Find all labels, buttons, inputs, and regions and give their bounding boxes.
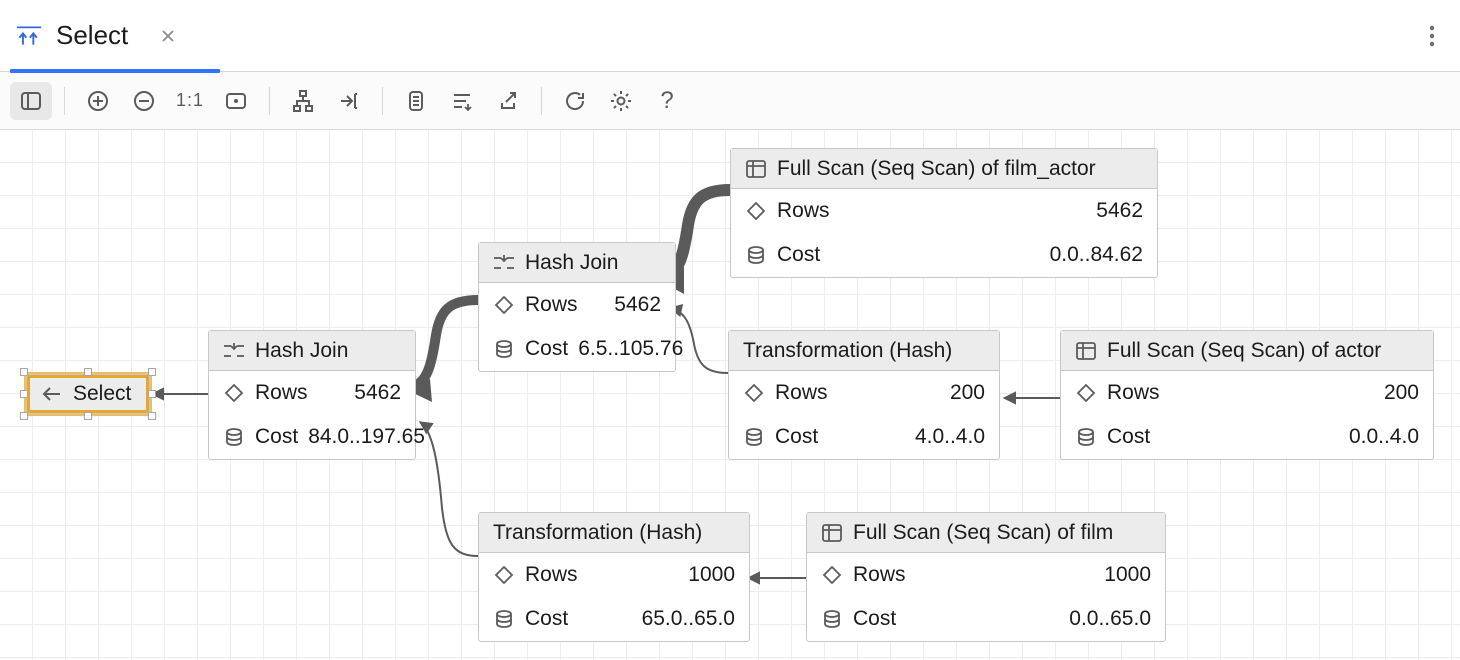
rows-label: Rows (525, 563, 578, 587)
node-title: Transformation (Hash) (743, 339, 952, 363)
zoom-in-button[interactable] (77, 82, 119, 120)
cost-value: 0.0..84.62 (1050, 243, 1143, 267)
diamond-icon (493, 564, 515, 586)
table-icon (821, 522, 843, 544)
resize-handle[interactable] (20, 368, 28, 376)
diamond-icon (1075, 382, 1097, 404)
help-button[interactable]: ? (646, 82, 688, 120)
rows-value: 1000 (1104, 563, 1151, 587)
resize-handle[interactable] (148, 390, 156, 398)
rows-value: 1000 (688, 563, 735, 587)
resize-handle[interactable] (84, 412, 92, 420)
hash-join-icon (493, 252, 515, 274)
more-menu-button[interactable] (1414, 18, 1450, 54)
toolbar-sep (382, 87, 383, 115)
explain-plan-canvas[interactable]: Select Hash Join Rows 5462 Cost 84.0..19… (0, 130, 1460, 660)
cost-label: Cost (525, 337, 568, 361)
zoom-out-button[interactable] (123, 82, 165, 120)
database-icon (493, 608, 515, 630)
rows-label: Rows (853, 563, 906, 587)
cost-value: 65.0..65.0 (642, 607, 735, 631)
cost-label: Cost (775, 425, 818, 449)
rows-value: 5462 (614, 293, 661, 317)
cost-label: Cost (777, 243, 820, 267)
node-title: Full Scan (Seq Scan) of film_actor (777, 157, 1096, 181)
toolbar-sep (64, 87, 65, 115)
table-icon (745, 158, 767, 180)
node-title: Full Scan (Seq Scan) of film (853, 521, 1113, 545)
table-icon (1075, 340, 1097, 362)
cost-value: 0.0..4.0 (1349, 425, 1419, 449)
copy-button[interactable] (395, 82, 437, 120)
resize-handle[interactable] (84, 368, 92, 376)
zoom-actual-button[interactable]: 1:1 (169, 82, 211, 120)
database-icon (1075, 426, 1097, 448)
cost-value: 4.0..4.0 (915, 425, 985, 449)
arrow-left-icon (41, 383, 63, 405)
cost-label: Cost (1107, 425, 1150, 449)
node-transformation-hash-2[interactable]: Transformation (Hash) Rows 1000 Cost 65.… (478, 512, 750, 642)
resize-handle[interactable] (148, 368, 156, 376)
tab-select[interactable]: Select (10, 0, 196, 72)
settings-button[interactable] (600, 82, 642, 120)
node-hash-join-2[interactable]: Hash Join Rows 5462 Cost 6.5..105.76 (478, 242, 676, 372)
export-button[interactable] (487, 82, 529, 120)
rows-label: Rows (777, 199, 830, 223)
rows-label: Rows (1107, 381, 1160, 405)
node-title: Select (73, 382, 131, 406)
hash-join-icon (223, 340, 245, 362)
zoom-ratio-label: 1:1 (176, 90, 204, 111)
diamond-icon (745, 200, 767, 222)
tab-bar: Select (0, 0, 1460, 72)
database-icon (821, 608, 843, 630)
tab-title: Select (56, 20, 128, 51)
node-title: Full Scan (Seq Scan) of actor (1107, 339, 1381, 363)
node-fullscan-film-actor[interactable]: Full Scan (Seq Scan) of film_actor Rows … (730, 148, 1158, 278)
cost-label: Cost (853, 607, 896, 631)
resize-handle[interactable] (20, 390, 28, 398)
rows-value: 200 (950, 381, 985, 405)
node-title: Hash Join (255, 339, 348, 363)
toolbar: 1:1 ? (0, 72, 1460, 130)
toolbar-sep (269, 87, 270, 115)
database-icon (743, 426, 765, 448)
into-button[interactable] (328, 82, 370, 120)
close-icon[interactable] (158, 26, 178, 46)
node-fullscan-film[interactable]: Full Scan (Seq Scan) of film Rows 1000 C… (806, 512, 1166, 642)
node-fullscan-actor[interactable]: Full Scan (Seq Scan) of actor Rows 200 C… (1060, 330, 1434, 460)
cost-value: 6.5..105.76 (578, 337, 683, 361)
rows-value: 5462 (1096, 199, 1143, 223)
layout-panel-button[interactable] (10, 82, 52, 120)
cost-label: Cost (525, 607, 568, 631)
rows-value: 5462 (354, 381, 401, 405)
database-icon (493, 338, 515, 360)
node-select[interactable]: Select (26, 374, 150, 414)
node-hash-join-1[interactable]: Hash Join Rows 5462 Cost 84.0..197.65 (208, 330, 416, 460)
refresh-button[interactable] (554, 82, 596, 120)
rows-label: Rows (255, 381, 308, 405)
tree-layout-button[interactable] (282, 82, 324, 120)
help-label: ? (660, 87, 673, 115)
cost-value: 0.0..65.0 (1069, 607, 1151, 631)
fit-button[interactable] (215, 82, 257, 120)
resize-handle[interactable] (148, 412, 156, 420)
diamond-icon (493, 294, 515, 316)
rows-value: 200 (1384, 381, 1419, 405)
cost-label: Cost (255, 425, 298, 449)
node-title: Hash Join (525, 251, 618, 275)
cost-value: 84.0..197.65 (308, 425, 425, 449)
database-icon (745, 244, 767, 266)
list-button[interactable] (441, 82, 483, 120)
database-icon (223, 426, 245, 448)
rows-label: Rows (525, 293, 578, 317)
diamond-icon (821, 564, 843, 586)
rows-label: Rows (775, 381, 828, 405)
diamond-icon (743, 382, 765, 404)
toolbar-sep (541, 87, 542, 115)
resize-handle[interactable] (20, 412, 28, 420)
diamond-icon (223, 382, 245, 404)
node-title: Transformation (Hash) (493, 521, 702, 545)
node-transformation-hash-1[interactable]: Transformation (Hash) Rows 200 Cost 4.0.… (728, 330, 1000, 460)
explain-icon (16, 23, 42, 49)
